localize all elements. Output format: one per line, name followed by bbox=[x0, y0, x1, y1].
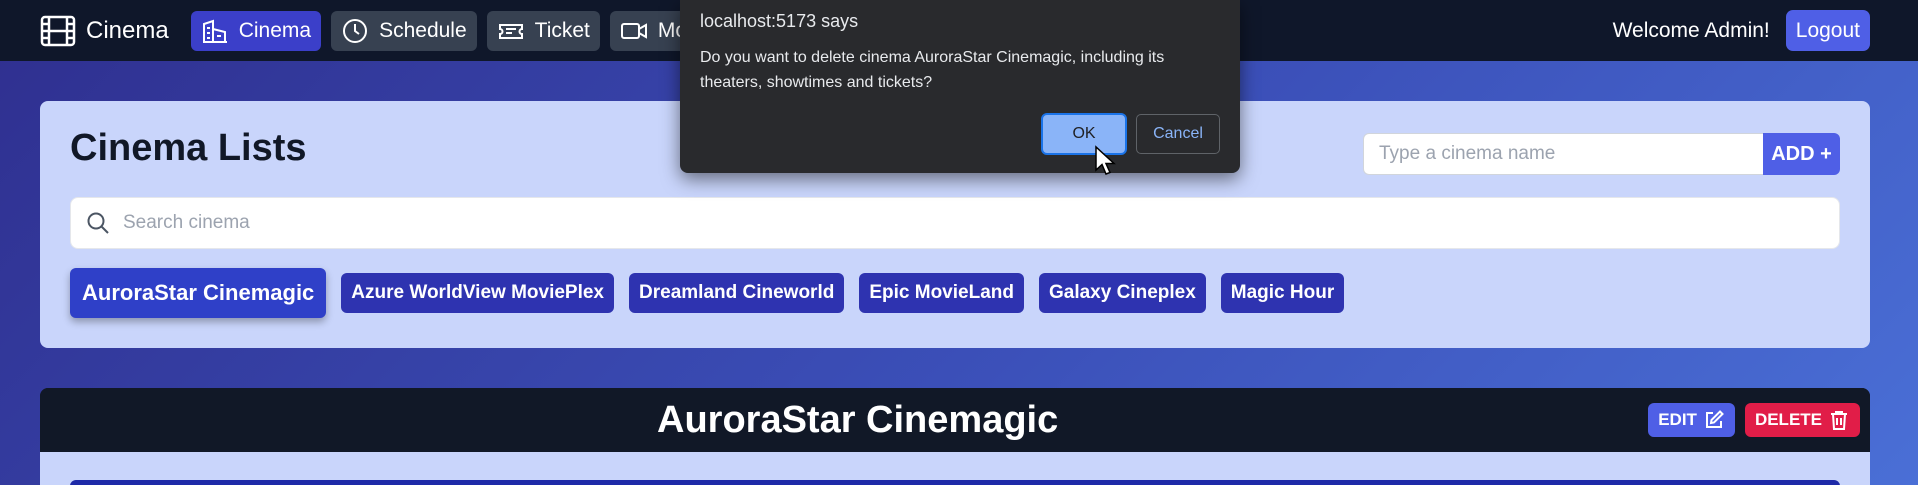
logout-button[interactable]: Logout bbox=[1785, 10, 1870, 51]
video-icon bbox=[620, 22, 647, 39]
page-title: Cinema Lists bbox=[70, 127, 307, 169]
add-cinema-button[interactable]: ADD + bbox=[1763, 133, 1840, 175]
search-input[interactable]: Search cinema bbox=[70, 197, 1840, 249]
brand-label: Cinema bbox=[86, 16, 169, 44]
cinema-detail-panel: AuroraStar Cinemagic EDIT DELETE bbox=[40, 388, 1870, 485]
building-icon bbox=[202, 19, 227, 43]
cinema-chip[interactable]: Epic MovieLand bbox=[859, 273, 1024, 313]
cinema-detail-header: AuroraStar Cinemagic EDIT DELETE bbox=[40, 388, 1870, 452]
nav-user-area: Welcome Admin! Logout bbox=[1613, 0, 1870, 61]
search-placeholder: Search cinema bbox=[123, 212, 250, 233]
nav-schedule[interactable]: Schedule bbox=[331, 10, 477, 51]
cinema-detail-body bbox=[40, 452, 1870, 485]
ticket-icon bbox=[498, 23, 523, 39]
nav-cinema-label: Cinema bbox=[238, 18, 312, 42]
trash-icon bbox=[1831, 411, 1847, 430]
search-icon bbox=[87, 212, 109, 234]
nav-ticket-label: Ticket bbox=[534, 18, 590, 42]
nav-cinema[interactable]: Cinema bbox=[190, 10, 322, 51]
cinema-chip[interactable]: Dreamland Cineworld bbox=[629, 273, 845, 313]
edit-icon bbox=[1705, 410, 1724, 428]
welcome-text: Welcome Admin! bbox=[1612, 18, 1770, 42]
edit-label: EDIT bbox=[1658, 410, 1697, 429]
edit-button[interactable]: EDIT bbox=[1648, 403, 1735, 437]
cinema-chip-list: AuroraStar Cinemagic Azure WorldView Mov… bbox=[70, 268, 1345, 318]
dialog-cancel-button[interactable]: Cancel bbox=[1136, 114, 1220, 154]
confirm-dialog: localhost:5173 says Do you want to delet… bbox=[680, 0, 1240, 173]
cinema-actions: EDIT DELETE bbox=[1648, 403, 1860, 437]
film-icon bbox=[40, 15, 76, 46]
cinema-chip[interactable]: Azure WorldView MoviePlex bbox=[341, 273, 615, 313]
mouse-cursor-icon bbox=[1095, 145, 1116, 175]
nav-schedule-label: Schedule bbox=[379, 18, 467, 42]
add-cinema-form: Type a cinema name ADD + bbox=[1363, 133, 1840, 175]
delete-label: DELETE bbox=[1754, 410, 1822, 429]
cinema-chip[interactable]: AuroraStar Cinemagic bbox=[70, 268, 327, 318]
dialog-message: Do you want to delete cinema AuroraStar … bbox=[700, 49, 1165, 91]
dialog-title: localhost:5173 says bbox=[700, 11, 859, 31]
cinema-name-input[interactable]: Type a cinema name bbox=[1363, 133, 1763, 175]
clock-icon bbox=[343, 18, 368, 43]
theater-section-edge bbox=[70, 480, 1840, 485]
nav-ticket[interactable]: Ticket bbox=[486, 10, 600, 51]
cinema-chip[interactable]: Galaxy Cineplex bbox=[1038, 273, 1206, 313]
cinema-chip[interactable]: Magic Hour bbox=[1220, 273, 1345, 313]
cinema-detail-title: AuroraStar Cinemagic bbox=[657, 398, 1059, 441]
brand[interactable]: Cinema bbox=[40, 15, 169, 47]
delete-button[interactable]: DELETE bbox=[1744, 403, 1860, 437]
